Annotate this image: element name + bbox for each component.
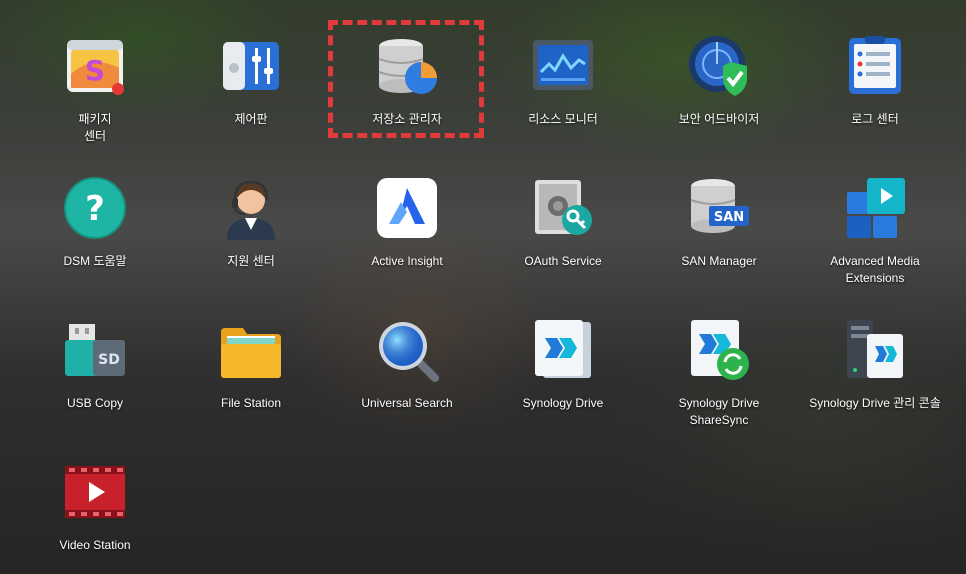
usb-copy-icon: SD bbox=[63, 318, 127, 382]
app-security-advisor[interactable]: 보안 어드바이저 bbox=[644, 0, 794, 130]
app-label: 지원 센터 bbox=[227, 254, 275, 268]
app-san-manager[interactable]: SAN SAN Manager bbox=[644, 142, 794, 272]
drive-admin-console-icon bbox=[843, 318, 907, 382]
help-icon: ? bbox=[63, 176, 127, 240]
app-package-center[interactable]: S 패키지 센터 bbox=[20, 0, 170, 143]
active-insight-icon bbox=[375, 176, 439, 240]
security-advisor-icon bbox=[687, 34, 751, 98]
app-drive-admin-console[interactable]: Synology Drive 관리 콘솔 bbox=[800, 284, 950, 414]
app-file-station[interactable]: File Station bbox=[176, 284, 326, 414]
app-label: 패키지 센터 bbox=[78, 112, 112, 143]
app-drive-sharesync[interactable]: Synology Drive ShareSync bbox=[644, 284, 794, 427]
app-resource-monitor[interactable]: 리소스 모니터 bbox=[488, 0, 638, 130]
app-usb-copy[interactable]: SD USB Copy bbox=[20, 284, 170, 414]
app-label: 저장소 관리자 bbox=[372, 112, 442, 126]
app-synology-drive[interactable]: Synology Drive bbox=[488, 284, 638, 414]
app-label: USB Copy bbox=[66, 396, 124, 410]
control-panel-icon bbox=[219, 34, 283, 98]
app-advanced-media-extensions[interactable]: Advanced Media Extensions bbox=[800, 142, 950, 285]
app-label: 보안 어드바이저 bbox=[678, 112, 760, 126]
app-label: Synology Drive bbox=[522, 396, 604, 410]
app-support-center[interactable]: 지원 센터 bbox=[176, 142, 326, 272]
san-manager-icon: SAN bbox=[687, 176, 751, 240]
svg-text:?: ? bbox=[85, 189, 105, 229]
app-label: Video Station bbox=[59, 538, 131, 552]
log-center-icon bbox=[843, 34, 907, 98]
app-label: Advanced Media Extensions bbox=[830, 254, 920, 285]
resource-monitor-icon bbox=[531, 34, 595, 98]
synology-drive-icon bbox=[531, 318, 595, 382]
app-label: 로그 센터 bbox=[851, 112, 899, 126]
app-log-center[interactable]: 로그 센터 bbox=[800, 0, 950, 130]
magnifier-icon bbox=[375, 318, 439, 382]
app-video-station[interactable]: Video Station bbox=[20, 426, 170, 556]
app-label: DSM 도움말 bbox=[63, 254, 127, 268]
svg-text:SD: SD bbox=[98, 352, 120, 368]
app-label: SAN Manager bbox=[681, 254, 757, 268]
oauth-safe-icon bbox=[531, 176, 595, 240]
svg-text:S: S bbox=[85, 54, 105, 87]
app-launcher-grid: S 패키지 센터 제어판 저장소 관리자 리소스 모니터 보안 어드바이저 로그… bbox=[0, 0, 966, 574]
app-active-insight[interactable]: Active Insight bbox=[332, 142, 482, 272]
app-storage-manager[interactable]: 저장소 관리자 bbox=[332, 0, 482, 130]
media-extensions-icon bbox=[843, 176, 907, 240]
app-control-panel[interactable]: 제어판 bbox=[176, 0, 326, 130]
video-station-icon bbox=[63, 460, 127, 524]
storage-manager-icon bbox=[375, 34, 439, 98]
svg-text:SAN: SAN bbox=[714, 210, 744, 225]
app-label: OAuth Service bbox=[524, 254, 602, 268]
folder-icon bbox=[219, 318, 283, 382]
app-oauth-service[interactable]: OAuth Service bbox=[488, 142, 638, 272]
app-label: 제어판 bbox=[234, 112, 268, 126]
app-universal-search[interactable]: Universal Search bbox=[332, 284, 482, 414]
drive-sharesync-icon bbox=[687, 318, 751, 382]
app-label: Universal Search bbox=[361, 396, 453, 410]
app-label: Synology Drive 관리 콘솔 bbox=[809, 396, 941, 410]
support-agent-icon bbox=[219, 176, 283, 240]
app-label: File Station bbox=[220, 396, 282, 410]
app-label: Active Insight bbox=[371, 254, 443, 268]
app-label: 리소스 모니터 bbox=[528, 112, 598, 126]
app-label: Synology Drive ShareSync bbox=[678, 396, 760, 427]
app-dsm-help[interactable]: ? DSM 도움말 bbox=[20, 142, 170, 272]
package-center-icon: S bbox=[63, 34, 127, 98]
